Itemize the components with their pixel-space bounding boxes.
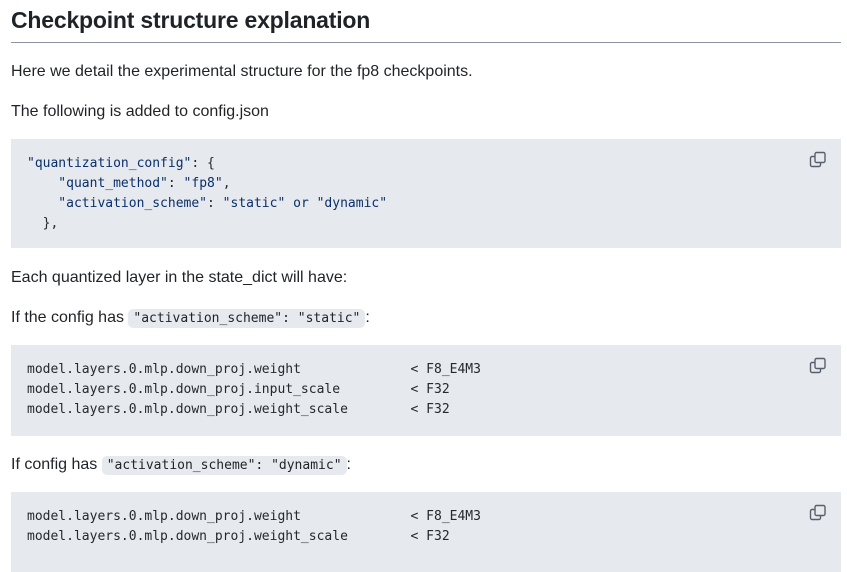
dynamic-code-block: model.layers.0.mlp.down_proj.weight < F8… xyxy=(11,492,841,572)
config-code-block: "quantization_config": { "quant_method":… xyxy=(11,139,841,248)
intro-paragraph: Here we detail the experimental structur… xyxy=(11,63,473,80)
code-token: "quant_method" xyxy=(27,176,168,191)
dynamic-note: If config has "activation_scheme": "dyna… xyxy=(11,455,351,476)
code-token: "activation_scheme" xyxy=(27,196,208,211)
config-note: The following is added to config.json xyxy=(11,103,269,120)
layer-note: Each quantized layer in the state_dict w… xyxy=(11,269,348,286)
dynamic-note-suffix: : xyxy=(346,456,351,473)
document: Checkpoint structure explanation Here we… xyxy=(0,0,847,572)
code-token: "static" xyxy=(222,196,286,211)
static-note: If the config has "activation_scheme": "… xyxy=(11,308,370,329)
code-token: : { xyxy=(191,156,215,171)
static-code-block: model.layers.0.mlp.down_proj.weight < F8… xyxy=(11,345,841,436)
code-token: }, xyxy=(27,216,59,231)
code-token: : xyxy=(167,176,184,191)
code-line: model.layers.0.mlp.down_proj.weight < F8… xyxy=(27,509,481,524)
code-line: "quantization_config": { xyxy=(27,154,215,174)
code-line: model.layers.0.mlp.down_proj.input_scale… xyxy=(27,382,450,397)
code-token: , xyxy=(222,176,231,191)
dynamic-note-prefix: If config has xyxy=(11,456,102,473)
code-line: "activation_scheme": "static" or "dynami… xyxy=(27,194,387,214)
copy-icon[interactable] xyxy=(809,504,827,522)
code-line: model.layers.0.mlp.down_proj.weight_scal… xyxy=(27,529,450,544)
code-token: : xyxy=(207,196,223,211)
code-token: "dynamic" xyxy=(316,196,388,211)
dynamic-inline-code: "activation_scheme": "dynamic" xyxy=(101,456,347,475)
title-divider xyxy=(11,42,841,43)
copy-icon[interactable] xyxy=(809,357,827,375)
code-line: model.layers.0.mlp.down_proj.weight_scal… xyxy=(27,402,450,417)
static-note-prefix: If the config has xyxy=(11,309,129,326)
static-inline-code: "activation_scheme": "static" xyxy=(128,309,366,328)
code-line: model.layers.0.mlp.down_proj.weight < F8… xyxy=(27,362,481,377)
code-token: "quantization_config" xyxy=(27,156,192,171)
code-token: or xyxy=(285,196,317,211)
page-title: Checkpoint structure explanation xyxy=(11,7,371,33)
code-line: "quant_method": "fp8", xyxy=(27,174,231,194)
static-note-suffix: : xyxy=(365,309,370,326)
code-token: "fp8" xyxy=(183,176,223,191)
code-line: }, xyxy=(27,214,59,234)
copy-icon[interactable] xyxy=(809,151,827,169)
